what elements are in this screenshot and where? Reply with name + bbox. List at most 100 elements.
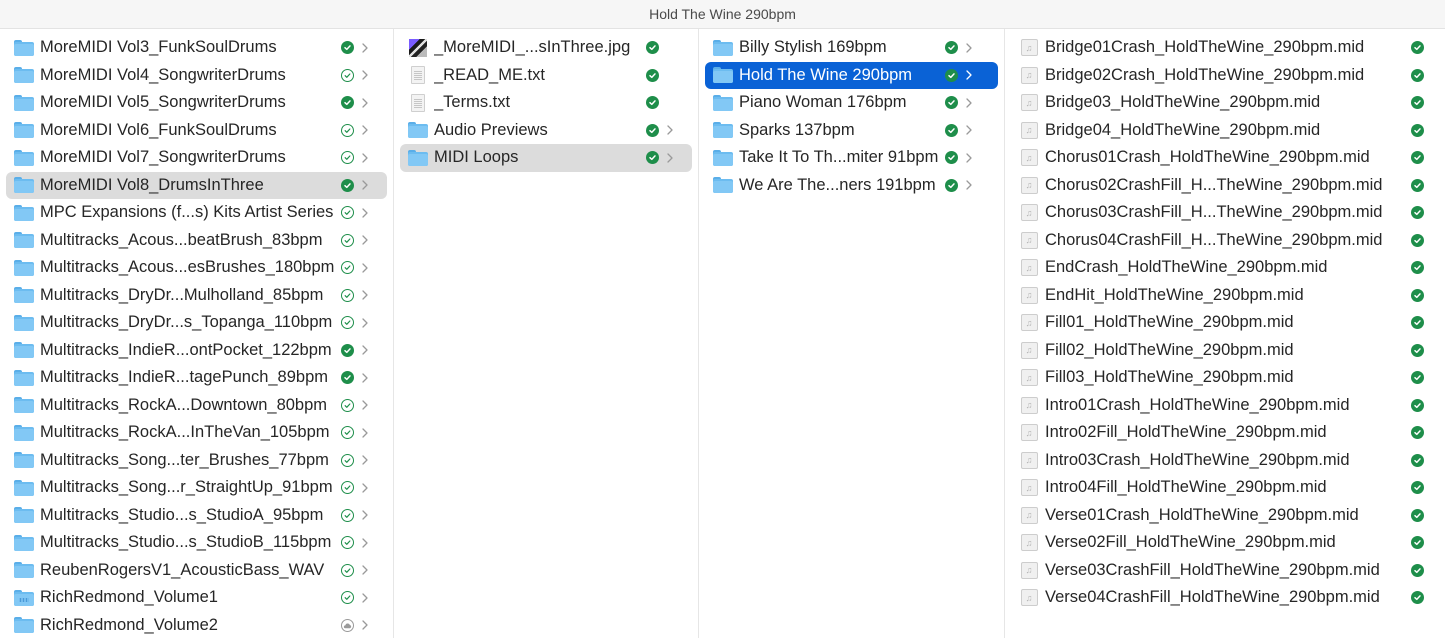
file-row[interactable]: ♫ Verse01Crash_HoldTheWine_290bpm.mid	[1011, 502, 1439, 530]
file-row[interactable]: ♫ Verse04CrashFill_HoldTheWine_290bpm.mid	[1011, 584, 1439, 612]
synced-icon	[945, 178, 958, 192]
synced-outline-icon	[341, 233, 354, 247]
folder-row[interactable]: Multitracks_Song...r_StraightUp_91bpm	[6, 474, 387, 502]
item-name: Bridge04_HoldTheWine_290bpm.mid	[1045, 120, 1321, 139]
folder-row[interactable]: MoreMIDI Vol7_SongwriterDrums	[6, 144, 387, 172]
file-row[interactable]: ♫ Fill01_HoldTheWine_290bpm.mid	[1011, 309, 1439, 337]
file-row[interactable]: ♫ Chorus01Crash_HoldTheWine_290bpm.mid	[1011, 144, 1439, 172]
folder-icon	[14, 176, 34, 194]
column-2[interactable]: _MoreMIDI_...sInThree.jpg _READ_ME.txt _Te…	[394, 29, 699, 638]
chevron-right-icon	[361, 564, 369, 576]
folder-row[interactable]: MoreMIDI Vol4_SongwriterDrums	[6, 62, 387, 90]
item-name: Multitracks_RockA...Downtown_80bpm	[40, 395, 328, 414]
file-row[interactable]: ♫ Verse03CrashFill_HoldTheWine_290bpm.mid	[1011, 557, 1439, 585]
folder-row[interactable]: RichRedmond_Volume1	[6, 584, 387, 612]
file-row[interactable]: ♫ Chorus03CrashFill_H...TheWine_290bpm.mi…	[1011, 199, 1439, 227]
synced-icon	[1411, 563, 1424, 577]
file-row[interactable]: ♫ Chorus02CrashFill_H...TheWine_290bpm.mi…	[1011, 172, 1439, 200]
item-name: MoreMIDI Vol8_DrumsInThree	[40, 175, 264, 194]
app-folder-icon	[14, 589, 34, 607]
folder-row[interactable]: Sparks 137bpm	[705, 117, 998, 145]
chevron-right-icon	[361, 289, 369, 301]
folder-row[interactable]: Multitracks_RockA...Downtown_80bpm	[6, 392, 387, 420]
midi-file-icon: ♫	[1019, 231, 1039, 249]
chevron-right-icon	[361, 537, 369, 549]
folder-row[interactable]: Billy Stylish 169bpm	[705, 34, 998, 62]
item-name: Piano Woman 176bpm	[739, 93, 907, 112]
folder-icon	[14, 369, 34, 387]
item-name: Chorus03CrashFill_H...TheWine_290bpm.mid	[1045, 203, 1383, 222]
file-row[interactable]: _MoreMIDI_...sInThree.jpg	[400, 34, 692, 62]
item-name: MoreMIDI Vol6_FunkSoulDrums	[40, 120, 277, 139]
file-row[interactable]: ♫ Bridge01Crash_HoldTheWine_290bpm.mid	[1011, 34, 1439, 62]
midi-file-icon: ♫	[1019, 176, 1039, 194]
item-name: Verse02Fill_HoldTheWine_290bpm.mid	[1045, 533, 1336, 552]
item-name: Chorus02CrashFill_H...TheWine_290bpm.mid	[1045, 175, 1383, 194]
folder-icon	[14, 231, 34, 249]
file-row[interactable]: ♫ Verse02Fill_HoldTheWine_290bpm.mid	[1011, 529, 1439, 557]
item-name: Take It To Th...miter 91bpm	[739, 148, 939, 167]
item-name: MoreMIDI Vol5_SongwriterDrums	[40, 93, 286, 112]
midi-file-icon: ♫	[1019, 561, 1039, 579]
column-3[interactable]: Billy Stylish 169bpm Hold The Wine 290bpm…	[699, 29, 1005, 638]
folder-row[interactable]: MoreMIDI Vol6_FunkSoulDrums	[6, 117, 387, 145]
folder-icon	[14, 39, 34, 57]
midi-file-icon: ♫	[1019, 149, 1039, 167]
column-1[interactable]: MoreMIDI Vol3_FunkSoulDrums MoreMIDI Vol4…	[0, 29, 394, 638]
chevron-right-icon	[361, 399, 369, 411]
folder-row[interactable]: Multitracks_Studio...s_StudioA_95bpm	[6, 502, 387, 530]
file-row[interactable]: ♫ Intro02Fill_HoldTheWine_290bpm.mid	[1011, 419, 1439, 447]
folder-row[interactable]: MIDI Loops	[400, 144, 692, 172]
folder-row[interactable]: Multitracks_IndieR...ontPocket_122bpm	[6, 337, 387, 365]
folder-row[interactable]: Multitracks_Song...ter_Brushes_77bpm	[6, 447, 387, 475]
chevron-right-icon	[361, 427, 369, 439]
file-row[interactable]: ♫ Intro03Crash_HoldTheWine_290bpm.mid	[1011, 447, 1439, 475]
folder-row[interactable]: MoreMIDI Vol5_SongwriterDrums	[6, 89, 387, 117]
folder-row[interactable]: MoreMIDI Vol8_DrumsInThree	[6, 171, 387, 199]
item-name: Billy Stylish 169bpm	[739, 38, 887, 57]
file-row[interactable]: ♫ Fill03_HoldTheWine_290bpm.mid	[1011, 364, 1439, 392]
item-name: Multitracks_Acous...esBrushes_180bpm	[40, 258, 335, 277]
file-row[interactable]: ♫ Fill02_HoldTheWine_290bpm.mid	[1011, 337, 1439, 365]
folder-icon	[14, 341, 34, 359]
file-row[interactable]: ♫ Intro01Crash_HoldTheWine_290bpm.mid	[1011, 392, 1439, 420]
folder-row[interactable]: Multitracks_DryDr...Mulholland_85bpm	[6, 282, 387, 310]
folder-row[interactable]: Multitracks_IndieR...tagePunch_89bpm	[6, 364, 387, 392]
chevron-right-icon	[361, 454, 369, 466]
chevron-right-icon	[965, 152, 973, 164]
folder-row[interactable]: ReubenRogersV1_AcousticBass_WAV	[6, 557, 387, 585]
folder-row[interactable]: RichRedmond_Volume2	[6, 612, 387, 638]
folder-row[interactable]: MoreMIDI Vol3_FunkSoulDrums	[6, 34, 387, 62]
file-row[interactable]: ♫ EndHit_HoldTheWine_290bpm.mid	[1011, 282, 1439, 310]
file-row[interactable]: _READ_ME.txt	[400, 62, 692, 90]
file-row[interactable]: ♫ EndCrash_HoldTheWine_290bpm.mid	[1011, 254, 1439, 282]
folder-icon	[14, 286, 34, 304]
folder-row[interactable]: Multitracks_RockA...InTheVan_105bpm	[6, 419, 387, 447]
column-browser: MoreMIDI Vol3_FunkSoulDrums MoreMIDI Vol4…	[0, 29, 1445, 638]
file-row[interactable]: ♫ Chorus04CrashFill_H...TheWine_290bpm.mi…	[1011, 227, 1439, 255]
synced-icon	[1411, 178, 1424, 192]
file-row[interactable]: ♫ Intro04Fill_HoldTheWine_290bpm.mid	[1011, 474, 1439, 502]
chevron-right-icon	[361, 69, 369, 81]
folder-row[interactable]: MPC Expansions (f...s) Kits Artist Serie…	[6, 199, 387, 227]
folder-row[interactable]: Take It To Th...miter 91bpm	[705, 144, 998, 172]
folder-row[interactable]: Audio Previews	[400, 117, 692, 145]
midi-file-icon: ♫	[1019, 451, 1039, 469]
file-row[interactable]: ♫ Bridge02Crash_HoldTheWine_290bpm.mid	[1011, 62, 1439, 90]
item-name: Chorus01Crash_HoldTheWine_290bpm.mid	[1045, 148, 1370, 167]
file-row[interactable]: _Terms.txt	[400, 89, 692, 117]
column-4[interactable]: ♫ Bridge01Crash_HoldTheWine_290bpm.mid ♫ Br…	[1005, 29, 1445, 638]
folder-row[interactable]: Multitracks_DryDr...s_Topanga_110bpm	[6, 309, 387, 337]
folder-row[interactable]: Multitracks_Studio...s_StudioB_115bpm	[6, 529, 387, 557]
folder-row[interactable]: We Are The...ners 191bpm	[705, 172, 998, 200]
file-row[interactable]: ♫ Bridge03_HoldTheWine_290bpm.mid	[1011, 89, 1439, 117]
file-row[interactable]: ♫ Bridge04_HoldTheWine_290bpm.mid	[1011, 117, 1439, 145]
item-name: Multitracks_RockA...InTheVan_105bpm	[40, 423, 330, 442]
folder-row[interactable]: Hold The Wine 290bpm	[705, 61, 998, 89]
midi-file-icon: ♫	[1019, 506, 1039, 524]
synced-icon	[1411, 233, 1424, 247]
folder-row[interactable]: Multitracks_Acous...beatBrush_83bpm	[6, 227, 387, 255]
chevron-right-icon	[361, 619, 369, 631]
folder-row[interactable]: Multitracks_Acous...esBrushes_180bpm	[6, 254, 387, 282]
folder-row[interactable]: Piano Woman 176bpm	[705, 89, 998, 117]
